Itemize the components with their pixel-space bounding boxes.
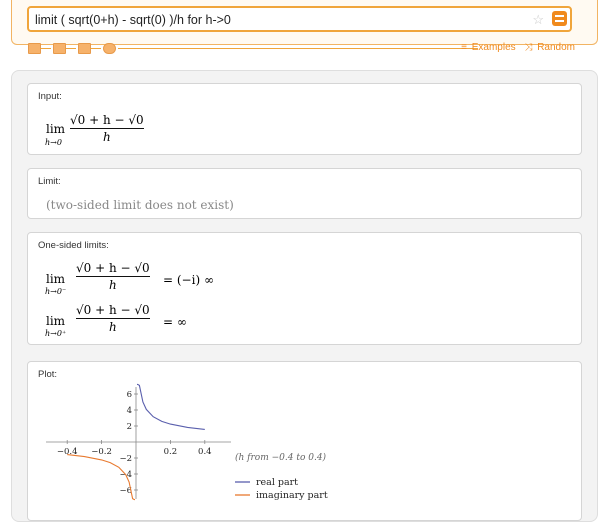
lim-subscript: h→0 [45, 138, 62, 147]
plot-range-note: (h from −0.4 to 0.4) [235, 452, 327, 463]
limit-pod: Limit: (two-sided limit does not exist) [27, 168, 582, 219]
y-tick-label: 4 [127, 406, 132, 416]
lim-subscript: h→0⁺ [45, 329, 67, 338]
search-input[interactable] [35, 10, 525, 29]
result-right: = ∞ [163, 315, 187, 329]
numerator: √0 + h − √0 [76, 303, 150, 317]
plot-chart: −0.4 −0.2 0.2 0.4642−2−4−6(h from −0.4 to 0… [46, 383, 328, 501]
fraction: √0 + h − √0 h [76, 261, 150, 292]
divider [118, 48, 478, 49]
plot-pod: Plot: −0.4 −0.2 0.2 0.4 6 4 2 −2 −4 −6 (h from −0.… [27, 361, 582, 521]
examples-link[interactable]: Examples [472, 42, 516, 53]
grid-icon[interactable] [78, 43, 91, 54]
random-link[interactable]: Random [537, 42, 575, 53]
result-left: = (−i) ∞ [163, 273, 214, 287]
input-pod: Input: lim h→0 √0 + h − √0 h [27, 83, 582, 155]
y-tick-label: 6 [127, 390, 132, 400]
pod-title: Input: [38, 91, 62, 102]
x-tick-label: −0.2 [91, 447, 112, 457]
fraction-bar [76, 318, 150, 319]
denominator: h [102, 130, 111, 144]
gear-icon[interactable] [103, 43, 116, 54]
fraction: √0 + h − √0 h [76, 303, 150, 334]
list-icon: ≡ [461, 42, 467, 53]
keyboard-icon[interactable] [28, 43, 41, 54]
one-sided-pod: One-sided limits: lim h→0⁻ √0 + h − √0 h… [27, 232, 582, 345]
camera-icon[interactable] [53, 43, 66, 54]
star-icon[interactable]: ☆ [532, 11, 544, 28]
fraction-bar [76, 276, 150, 277]
shuffle-icon: ⤨ [524, 42, 533, 53]
legend-label: imaginary part [256, 490, 328, 501]
compute-button[interactable] [552, 11, 567, 26]
divider [66, 48, 76, 49]
divider [41, 48, 51, 49]
pod-title: One-sided limits: [38, 240, 109, 251]
divider [91, 48, 101, 49]
x-tick-label: 0.4 [198, 447, 212, 457]
numerator: √0 + h − √0 [76, 261, 150, 275]
series-line-real [137, 383, 205, 430]
limit-result: (two-sided limit does not exist) [46, 198, 234, 212]
x-tick-label: 0.2 [164, 447, 178, 457]
search-box[interactable]: ☆ [27, 6, 572, 32]
lim-symbol: lim [46, 272, 66, 286]
lim-subscript: h→0⁻ [45, 287, 67, 296]
header-links: ≡ Examples ⤨ Random [455, 42, 575, 53]
pod-title: Limit: [38, 176, 61, 187]
denominator: h [108, 320, 117, 334]
top-bar: ☆ ≡ Examples ⤨ Random [0, 0, 608, 60]
fraction-bar [70, 128, 144, 129]
lim-symbol: lim [46, 314, 66, 328]
denominator: h [108, 278, 117, 292]
legend-label: real part [256, 477, 298, 488]
y-tick-label: −2 [119, 454, 132, 464]
y-tick-label: 2 [127, 422, 132, 432]
numerator: √0 + h − √0 [70, 113, 144, 127]
fraction: √0 + h − √0 h [70, 113, 144, 144]
lim-symbol: lim [46, 122, 66, 136]
